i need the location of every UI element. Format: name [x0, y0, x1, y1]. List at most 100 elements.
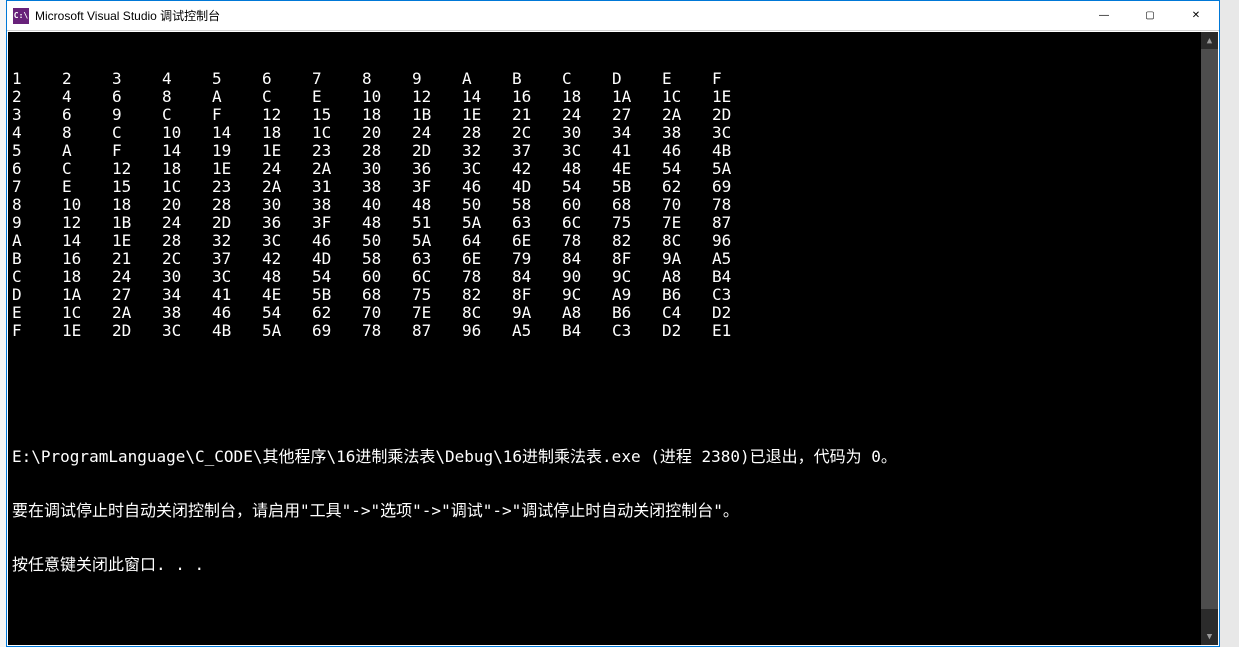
scrollbar-up-arrow[interactable]: ▲ [1201, 32, 1218, 49]
table-cell: 48 [262, 268, 312, 286]
table-row: 123456789ABCDEF [12, 70, 1214, 88]
table-cell: 58 [362, 250, 412, 268]
table-row: A141E28323C46505A646E78828C96 [12, 232, 1214, 250]
table-cell: 18 [262, 124, 312, 142]
table-cell: 38 [662, 124, 712, 142]
table-cell: 4B [712, 142, 762, 160]
table-cell: 21 [112, 250, 162, 268]
table-cell: 82 [612, 232, 662, 250]
table-row: C1824303C4854606C7884909CA8B4 [12, 268, 1214, 286]
table-cell: 20 [162, 196, 212, 214]
table-row: D1A2734414E5B6875828F9CA9B6C3 [12, 286, 1214, 304]
table-cell: 82 [462, 286, 512, 304]
table-cell: C4 [662, 304, 712, 322]
table-cell: 19 [212, 142, 262, 160]
table-cell: 21 [512, 106, 562, 124]
table-cell: 9C [612, 268, 662, 286]
table-cell: 1 [12, 70, 62, 88]
table-row: F1E2D3C4B5A69788796A5B4C3D2E1 [12, 322, 1214, 340]
table-cell: 84 [562, 250, 612, 268]
minimize-button[interactable]: — [1081, 1, 1127, 30]
table-cell: 1C [162, 178, 212, 196]
table-cell: 2D [412, 142, 462, 160]
table-cell: E [312, 88, 362, 106]
table-cell: 3C [712, 124, 762, 142]
table-cell: 9 [112, 106, 162, 124]
table-cell: 38 [362, 178, 412, 196]
table-row: 2468ACE10121416181A1C1E [12, 88, 1214, 106]
table-cell: 54 [262, 304, 312, 322]
table-cell: 79 [512, 250, 562, 268]
table-cell: E1 [712, 322, 762, 340]
scrollbar-thumb[interactable] [1201, 49, 1218, 609]
exit-message-hint: 要在调试停止时自动关闭控制台，请启用"工具"->"选项"->"调试"->"调试停… [12, 502, 1214, 520]
table-cell: 48 [562, 160, 612, 178]
table-cell: 1C [662, 88, 712, 106]
table-cell: 10 [362, 88, 412, 106]
table-cell: 54 [312, 268, 362, 286]
table-cell: 24 [412, 124, 462, 142]
table-cell: 37 [512, 142, 562, 160]
table-cell: A [12, 232, 62, 250]
table-cell: 9A [512, 304, 562, 322]
table-cell: 12 [62, 214, 112, 232]
vertical-scrollbar[interactable]: ▲ ▼ [1201, 32, 1218, 645]
table-cell: 8C [662, 232, 712, 250]
table-cell: 28 [162, 232, 212, 250]
table-cell: 1A [612, 88, 662, 106]
table-cell: 30 [562, 124, 612, 142]
table-cell: B [512, 70, 562, 88]
table-cell: 87 [412, 322, 462, 340]
table-cell: 5A [462, 214, 512, 232]
maximize-button[interactable]: ▢ [1127, 1, 1173, 30]
table-cell: 10 [62, 196, 112, 214]
table-cell: 1E [212, 160, 262, 178]
table-cell: E [62, 178, 112, 196]
table-cell: 42 [262, 250, 312, 268]
table-cell: 70 [662, 196, 712, 214]
table-cell: A8 [562, 304, 612, 322]
table-cell: E [662, 70, 712, 88]
table-cell: 30 [262, 196, 312, 214]
table-cell: 68 [612, 196, 662, 214]
table-cell: B4 [712, 268, 762, 286]
table-cell: 36 [262, 214, 312, 232]
table-cell: 5B [312, 286, 362, 304]
table-cell: 63 [512, 214, 562, 232]
table-cell: 16 [512, 88, 562, 106]
table-cell: 6E [462, 250, 512, 268]
table-cell: D2 [712, 304, 762, 322]
table-cell: 7E [662, 214, 712, 232]
table-cell: 4B [212, 322, 262, 340]
table-cell: 84 [512, 268, 562, 286]
table-cell: B6 [662, 286, 712, 304]
exit-message-press-key: 按任意键关闭此窗口. . . [12, 556, 1214, 574]
table-cell: C [62, 160, 112, 178]
table-cell: F [712, 70, 762, 88]
table-cell: 4 [12, 124, 62, 142]
table-row: E1C2A38465462707E8C9AA8B6C4D2 [12, 304, 1214, 322]
table-cell: 23 [212, 178, 262, 196]
table-cell: 2A [262, 178, 312, 196]
scrollbar-down-arrow[interactable]: ▼ [1201, 628, 1218, 645]
table-cell: E [12, 304, 62, 322]
close-button[interactable]: ✕ [1173, 1, 1219, 30]
table-cell: 34 [612, 124, 662, 142]
table-cell: 48 [412, 196, 462, 214]
table-cell: 2A [312, 160, 362, 178]
exit-messages: E:\ProgramLanguage\C_CODE\其他程序\16进制乘法表\D… [12, 412, 1214, 610]
table-cell: 18 [112, 196, 162, 214]
table-cell: 8 [162, 88, 212, 106]
table-cell: 8 [12, 196, 62, 214]
table-cell: 18 [562, 88, 612, 106]
console-output[interactable]: 123456789ABCDEF2468ACE10121416181A1C1E36… [8, 32, 1218, 645]
table-cell: 3C [212, 268, 262, 286]
table-cell: 8 [62, 124, 112, 142]
console-window: C:\ Microsoft Visual Studio 调试控制台 — ▢ ✕ … [6, 0, 1220, 647]
table-cell: 96 [462, 322, 512, 340]
table-cell: B [12, 250, 62, 268]
titlebar[interactable]: C:\ Microsoft Visual Studio 调试控制台 — ▢ ✕ [7, 1, 1219, 31]
table-cell: C3 [712, 286, 762, 304]
table-cell: 78 [462, 268, 512, 286]
table-cell: 46 [212, 304, 262, 322]
